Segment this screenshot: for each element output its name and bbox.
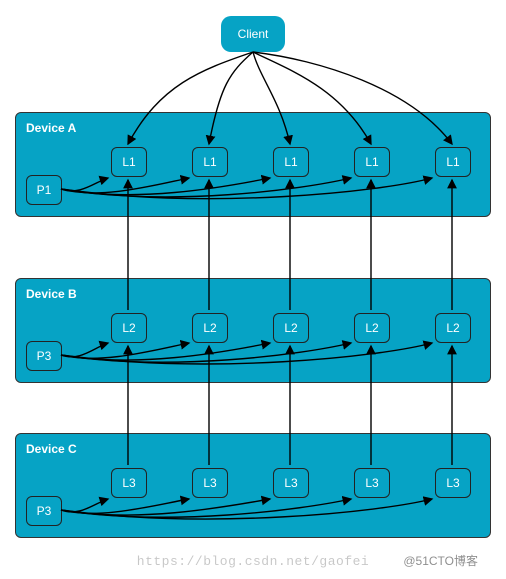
device-a-p: P1 — [26, 175, 62, 205]
device-a-layer-2: L1 — [273, 147, 309, 177]
device-b-layer-3: L2 — [354, 313, 390, 343]
device-b-box: Device B P3 L2 L2 L2 L2 L2 — [15, 278, 491, 383]
device-b-layer-0: L2 — [111, 313, 147, 343]
device-a-title: Device A — [26, 121, 76, 135]
device-a-layer-3: L1 — [354, 147, 390, 177]
device-c-layer-1: L3 — [192, 468, 228, 498]
client-label: Client — [238, 27, 269, 41]
device-b-layer-4: L2 — [435, 313, 471, 343]
device-a-layer-0: L1 — [111, 147, 147, 177]
device-b-title: Device B — [26, 287, 77, 301]
device-a-layer-4: L1 — [435, 147, 471, 177]
device-c-box: Device C P3 L3 L3 L3 L3 L3 — [15, 433, 491, 538]
device-c-layer-3: L3 — [354, 468, 390, 498]
watermark-tag: @51CTO博客 — [403, 552, 478, 569]
device-a-box: Device A P1 L1 L1 L1 L1 L1 — [15, 112, 491, 217]
device-c-p: P3 — [26, 496, 62, 526]
device-c-title: Device C — [26, 442, 77, 456]
device-b-layer-1: L2 — [192, 313, 228, 343]
client-node: Client — [221, 16, 285, 52]
device-b-layer-2: L2 — [273, 313, 309, 343]
device-c-layer-4: L3 — [435, 468, 471, 498]
diagram-canvas: Client Device A P1 L1 L1 L1 L1 L1 Device… — [0, 0, 506, 579]
device-b-p: P3 — [26, 341, 62, 371]
device-c-layer-0: L3 — [111, 468, 147, 498]
device-a-layer-1: L1 — [192, 147, 228, 177]
device-c-layer-2: L3 — [273, 468, 309, 498]
